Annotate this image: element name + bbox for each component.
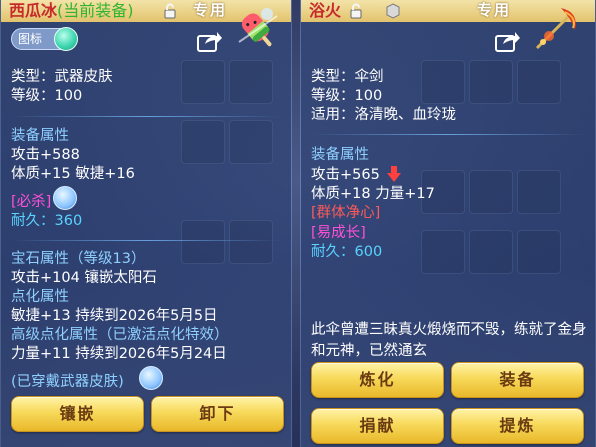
level-line: 等级：100: [11, 88, 83, 104]
lock-icon[interactable]: [163, 3, 177, 19]
donate-button[interactable]: 捐献: [311, 408, 444, 444]
down-arrow-icon: [387, 166, 401, 182]
icon-toggle[interactable]: 图标: [11, 27, 78, 51]
worn-skin-label[interactable]: (已穿戴武器皮肤): [11, 373, 124, 392]
gem-line: 攻击+104 镶嵌太阳石: [11, 270, 157, 286]
equip-attr-header: 装备属性: [11, 128, 69, 144]
adv-enchant-line: 力量+11 持续到2026年5月24日: [11, 346, 227, 362]
durability-line: 耐久：360: [11, 213, 83, 229]
item-name: 西瓜冰(当前装备): [9, 0, 134, 22]
divider: [11, 116, 281, 117]
item-name: 浴火: [309, 1, 342, 20]
adv-enchant-header: 高级点化属性（已激活点化特效）: [11, 327, 229, 343]
must-kill-skill[interactable]: [必杀]: [11, 193, 51, 212]
equipped-item-tooltip: 西瓜冰(当前装备) 专用 图标 类型：武器皮肤 等级：100 装备属性 攻击+5…: [0, 0, 292, 447]
toggle-knob: [54, 27, 78, 51]
refresh-icon[interactable]: [53, 186, 77, 210]
durability-line: 耐久：600: [311, 244, 383, 260]
share-icon[interactable]: [197, 30, 223, 52]
enchant-line: 敏捷+13 持续到2026年5月5日: [11, 308, 218, 324]
stat-line: 体质+15 敏捷+16: [11, 166, 135, 182]
attack-line: 攻击+588: [11, 147, 80, 163]
divider: [311, 134, 585, 135]
equipped-tag: (当前装备): [57, 1, 134, 20]
divider: [11, 240, 281, 241]
easy-growth-skill[interactable]: [易成长]: [311, 224, 366, 243]
refine-button[interactable]: 炼化: [311, 362, 444, 398]
share-icon[interactable]: [495, 30, 521, 52]
level-line: 等级：100: [311, 88, 383, 104]
compare-item-tooltip: 浴火 专用 类型：伞剑 等级：100 适用：洛清晚、血玲珑 装备属性 攻击+56…: [300, 0, 596, 447]
watermelon-ice-icon: [238, 8, 278, 47]
lock-icon[interactable]: [349, 3, 363, 19]
grade-badge-icon: [386, 3, 400, 19]
equip-attr-header: 装备属性: [311, 147, 369, 163]
equip-button[interactable]: 装备: [451, 362, 584, 398]
stat-line: 体质+18 力量+17: [311, 186, 435, 202]
group-purify-skill[interactable]: [群体净心]: [311, 204, 380, 223]
unequip-button[interactable]: 卸下: [151, 396, 284, 432]
gem-header: 宝石属性（等级13）: [11, 251, 146, 267]
exclusive-label: 专用: [477, 1, 512, 19]
attack-line: 攻击+565: [311, 167, 380, 183]
exclusive-label: 专用: [193, 1, 228, 19]
item-description: 此伞曾遭三昧真火煅烧而不毁，练就了金身和元神，已然通玄: [311, 322, 587, 359]
extract-button[interactable]: 提炼: [451, 408, 584, 444]
type-line: 类型：伞剑: [311, 69, 384, 85]
suit-line: 适用：洛清晚、血玲珑: [311, 107, 456, 123]
refresh-icon[interactable]: [139, 366, 163, 390]
item-name-text: 西瓜冰: [9, 1, 58, 20]
type-line: 类型：武器皮肤: [11, 69, 113, 85]
enchant-header: 点化属性: [11, 289, 69, 305]
inlay-button[interactable]: 镶嵌: [11, 396, 144, 432]
fire-umbrella-sword-icon: [535, 8, 576, 50]
icon-toggle-label: 图标: [18, 32, 43, 46]
